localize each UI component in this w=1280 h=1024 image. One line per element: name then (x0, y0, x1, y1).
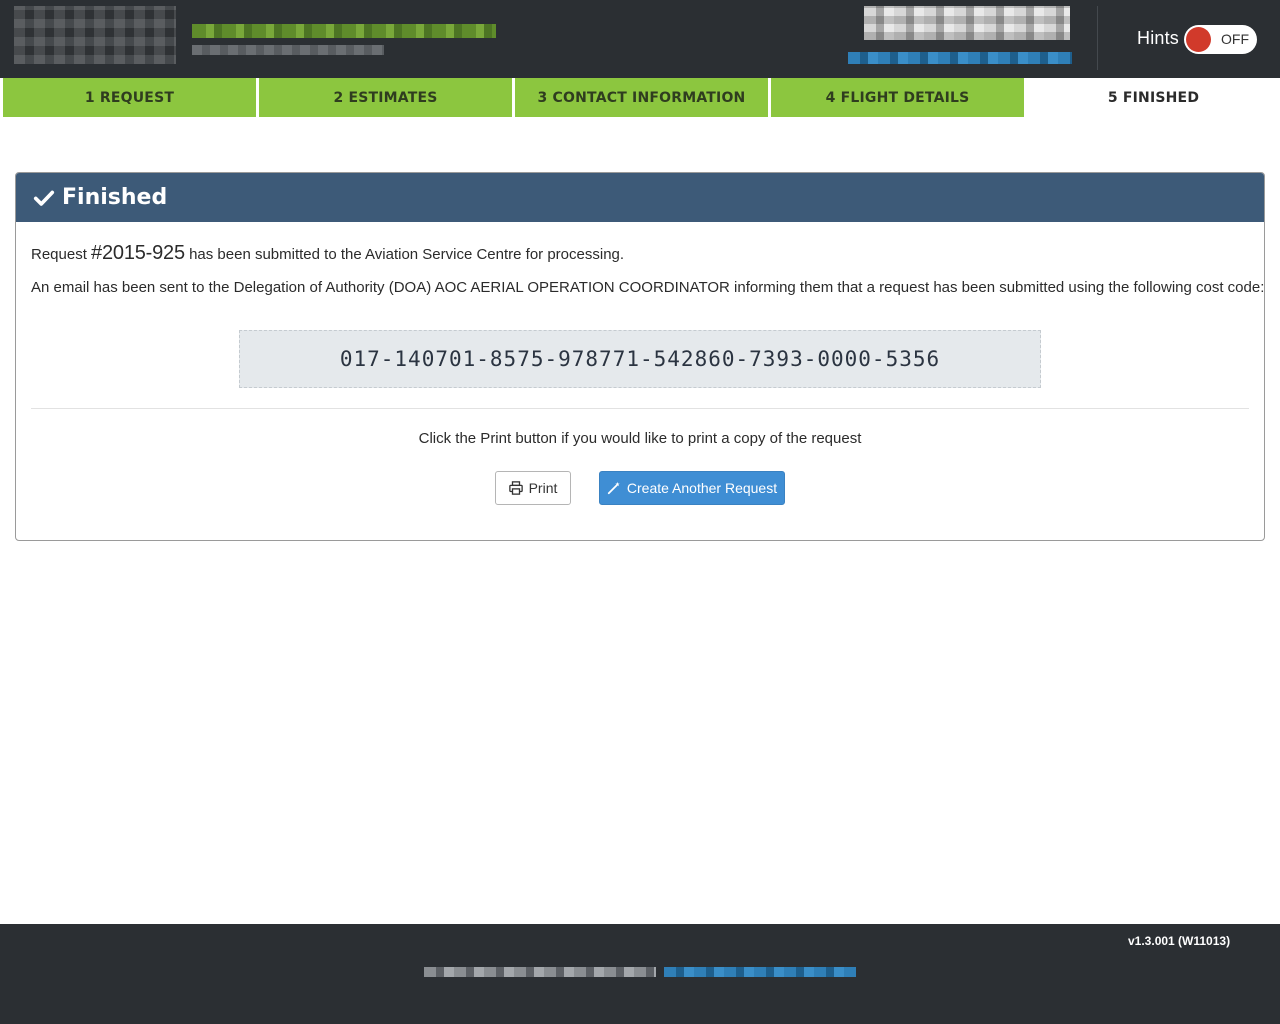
toggle-knob (1186, 27, 1211, 52)
magic-wand-icon (607, 481, 620, 495)
app-subtitle-redacted (192, 45, 384, 55)
printer-icon (508, 481, 523, 495)
version-label: v1.3.001 (W11013) (1128, 934, 1231, 948)
create-another-request-button[interactable]: Create Another Request (599, 471, 785, 505)
wizard-steps: 1 REQUEST 2 ESTIMATES 3 CONTACT INFORMAT… (0, 78, 1280, 117)
app-header: Hints OFF (0, 0, 1280, 78)
step-flight-details[interactable]: 4 FLIGHT DETAILS (771, 78, 1024, 117)
request-number: #2015-925 (91, 242, 185, 264)
app-logo[interactable] (14, 6, 176, 64)
checkmark-icon (33, 190, 55, 206)
step-request[interactable]: 1 REQUEST (3, 78, 256, 117)
cost-code-box: 017-140701-8575-978771-542860-7393-0000-… (239, 330, 1041, 388)
hints-toggle-state: OFF (1221, 31, 1249, 47)
user-account-link-redacted[interactable] (848, 52, 1072, 64)
request-submitted-message: Request #2015-925 has been submitted to … (31, 242, 624, 265)
footer-link-redacted[interactable] (664, 967, 856, 977)
step-estimates[interactable]: 2 ESTIMATES (259, 78, 512, 117)
message-suffix: has been submitted to the Aviation Servi… (184, 246, 625, 263)
panel-title: Finished (62, 185, 168, 210)
message-prefix: Request (31, 246, 92, 263)
hints-toggle[interactable]: OFF (1184, 25, 1257, 54)
app-footer: v1.3.001 (W11013) (0, 924, 1280, 1024)
header-divider (1097, 6, 1098, 70)
step-finished: 5 FINISHED (1027, 78, 1280, 117)
print-hint: Click the Print button if you would like… (418, 430, 862, 447)
app-name-redacted (192, 24, 496, 38)
panel-heading: Finished (16, 173, 1264, 222)
print-button[interactable]: Print (495, 471, 571, 505)
divider (31, 408, 1249, 409)
user-name-redacted (864, 6, 1070, 40)
finished-panel: Finished Request #2015-925 has been subm… (15, 172, 1265, 541)
email-notification-message: An email has been sent to the Delegation… (31, 279, 1265, 296)
footer-text-redacted (424, 967, 656, 977)
hints-label: Hints (1137, 28, 1180, 48)
print-button-label: Print (528, 480, 558, 496)
step-contact-information[interactable]: 3 CONTACT INFORMATION (515, 78, 768, 117)
create-button-label: Create Another Request (626, 480, 778, 496)
